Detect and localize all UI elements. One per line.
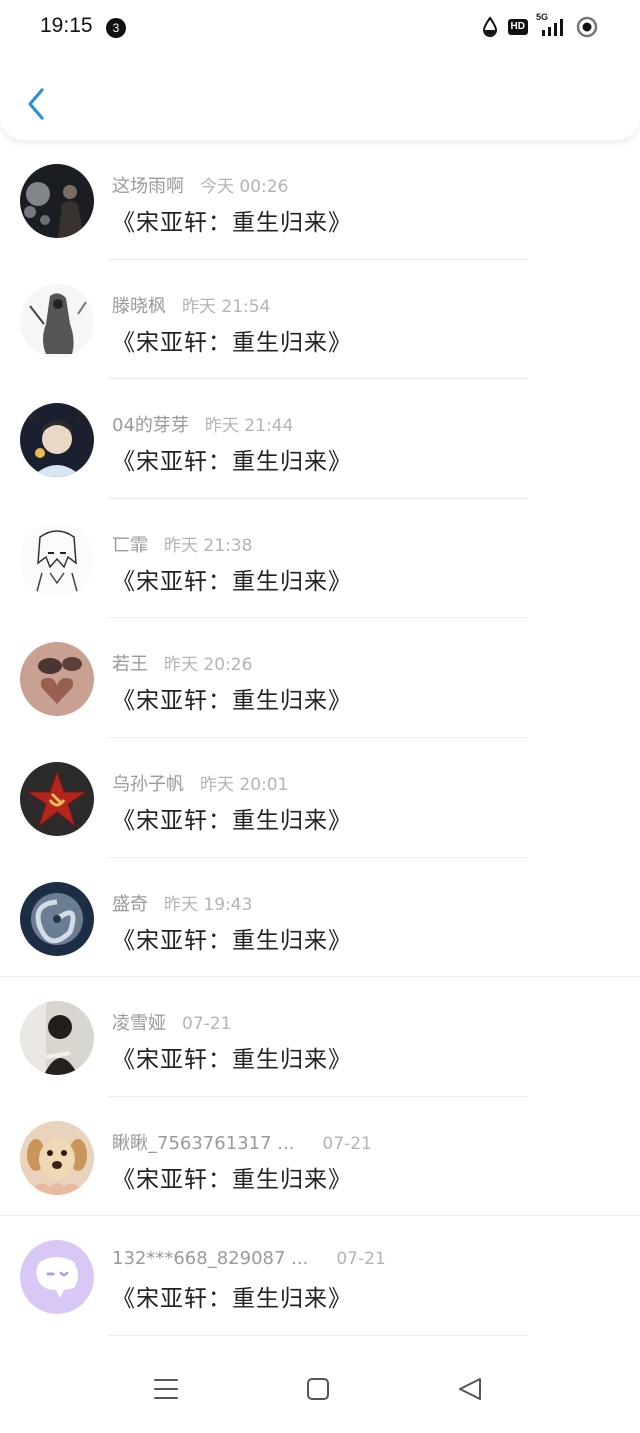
user-name-line: 滕晓枫 昨天 21:54: [112, 292, 270, 318]
user-name-line: 盛奇 昨天 19:43: [112, 890, 252, 916]
user-name: 匸霏: [112, 534, 148, 556]
signal-icon: 5G: [536, 12, 566, 38]
user-name: 若王: [112, 654, 148, 676]
avatar[interactable]: [20, 761, 94, 836]
timestamp: 昨天 21:38: [164, 535, 253, 556]
item-title: 《宋亚轩：重生归来》: [112, 1166, 352, 1193]
avatar[interactable]: [20, 522, 94, 597]
item-title: 《宋亚轩：重生归来》: [112, 449, 352, 476]
user-name: 乌孙子帆: [112, 773, 184, 795]
item-title: 《宋亚轩：重生归来》: [112, 688, 352, 715]
location-icon: [576, 16, 598, 38]
timestamp: 07-21: [182, 1014, 232, 1035]
user-name: 04的芽芽: [112, 415, 189, 437]
list-item[interactable]: 匸霏 昨天 21:38 《宋亚轩：重生归来》: [0, 499, 640, 619]
item-title: 《宋亚轩：重生归来》: [112, 1047, 352, 1074]
list-item[interactable]: 凌雪娅 07-21 《宋亚轩：重生归来》: [0, 977, 640, 1097]
timestamp: 07-21: [336, 1249, 386, 1270]
list-item[interactable]: 这场雨啊 今天 00:26 《宋亚轩：重生归来》: [0, 140, 640, 260]
chevron-left-icon[interactable]: [22, 86, 52, 122]
system-nav-bar: [0, 1343, 640, 1433]
list-item[interactable]: 滕晓枫 昨天 21:54 《宋亚轩：重生归来》: [0, 260, 640, 380]
network-type: 5G: [536, 12, 549, 22]
timestamp: 昨天 20:26: [164, 655, 253, 676]
home-square-icon[interactable]: [298, 1369, 338, 1409]
status-icons: HD 5G: [482, 12, 598, 38]
avatar[interactable]: [20, 283, 94, 358]
divider: [108, 1334, 528, 1336]
timestamp: 昨天 20:01: [200, 774, 289, 795]
subscriber-list: 这场雨啊 今天 00:26 《宋亚轩：重生归来》 滕晓枫 昨天 21:54 《宋亚轩…: [0, 140, 640, 1336]
user-name: 瞅瞅_7563761317 ...: [112, 1132, 295, 1154]
item-title: 《宋亚轩：重生归来》: [112, 568, 352, 595]
hd-badge: HD: [507, 19, 528, 35]
list-item[interactable]: 04的芽芽 昨天 21:44 《宋亚轩：重生归来》: [0, 379, 640, 499]
avatar[interactable]: [20, 1120, 94, 1195]
avatar[interactable]: [20, 403, 94, 478]
avatar[interactable]: [20, 642, 94, 717]
list-item[interactable]: 若王 昨天 20:26 《宋亚轩：重生归来》: [0, 618, 640, 738]
user-name: 滕晓枫: [112, 295, 166, 317]
user-name: 这场雨啊: [112, 176, 184, 197]
user-name-line: 若王 昨天 20:26: [112, 650, 252, 676]
user-name-line: 04的芽芽 昨天 21:44: [112, 411, 293, 437]
user-name: 盛奇: [112, 893, 148, 915]
item-title: 《宋亚轩：重生归来》: [112, 210, 352, 236]
avatar[interactable]: [20, 1240, 94, 1315]
timestamp: 07-21: [322, 1133, 372, 1154]
user-name-line: 瞅瞅_7563761317 ... 07-21: [112, 1129, 372, 1155]
list-item[interactable]: 瞅瞅_7563761317 ... 07-21 《宋亚轩：重生归来》: [0, 1097, 640, 1217]
timestamp: 今天 00:26: [200, 177, 289, 197]
user-name: 132***668_829087 ...: [112, 1248, 309, 1270]
item-title: 《宋亚轩：重生归来》: [112, 329, 352, 356]
avatar[interactable]: [20, 881, 94, 956]
user-name-line: 匸霏 昨天 21:38: [112, 531, 252, 557]
timestamp: 昨天 21:44: [204, 416, 294, 437]
timestamp: 昨天 21:54: [182, 296, 271, 317]
list-item[interactable]: 132***668_829087 ... 07-21 《宋亚轩：重生归来》: [0, 1216, 640, 1336]
status-time: 19:15: [40, 14, 93, 37]
user-name-line: 132***668_829087 ... 07-21: [112, 1248, 386, 1269]
user-name-line: 凌雪娅 07-21: [112, 1009, 231, 1035]
back-triangle-icon[interactable]: [450, 1369, 490, 1409]
item-title: 《宋亚轩：重生归来》: [112, 927, 352, 954]
avatar[interactable]: [20, 164, 94, 238]
user-name-line: 乌孙子帆 昨天 20:01: [112, 770, 288, 796]
user-name: 凌雪娅: [112, 1013, 166, 1035]
item-title: 《宋亚轩：重生归来》: [112, 807, 352, 834]
timestamp: 昨天 19:43: [164, 894, 253, 915]
notification-badge: 3: [106, 18, 126, 38]
list-item[interactable]: 乌孙子帆 昨天 20:01 《宋亚轩：重生归来》: [0, 738, 640, 858]
data-saver-icon: [482, 16, 497, 37]
user-name-line: 这场雨啊 今天 00:26: [112, 172, 288, 198]
avatar[interactable]: [20, 1001, 94, 1076]
item-title: 《宋亚轩：重生归来》: [112, 1286, 352, 1313]
menu-icon[interactable]: [146, 1369, 186, 1409]
top-bar: 19:15 3 HD 5G: [0, 0, 640, 140]
list-item[interactable]: 盛奇 昨天 19:43 《宋亚轩：重生归来》: [0, 858, 640, 978]
